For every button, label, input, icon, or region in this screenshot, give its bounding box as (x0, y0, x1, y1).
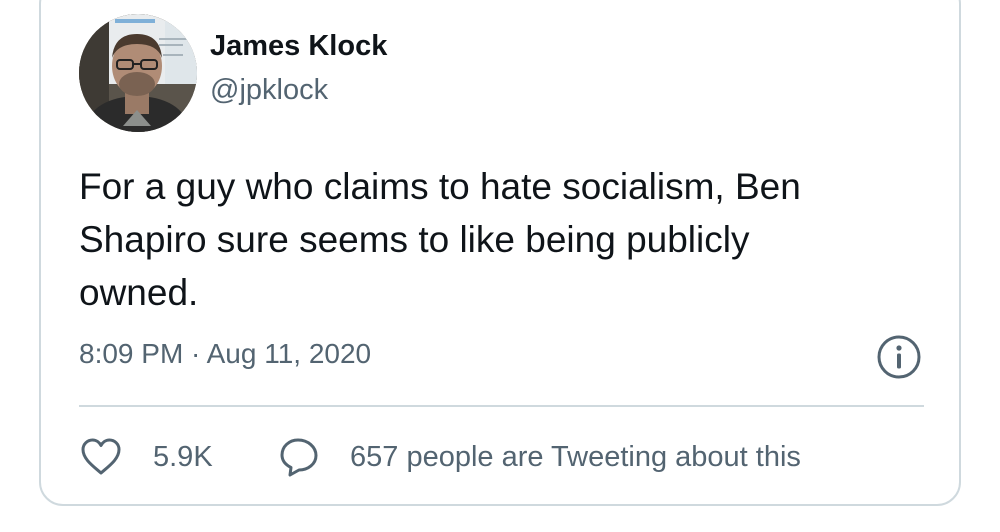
tweet-text-line: Shapiro sure seems to like being publicl… (79, 219, 750, 260)
like-button[interactable]: 5.9K (79, 432, 213, 482)
avatar[interactable] (79, 14, 197, 132)
avatar-photo (79, 14, 197, 132)
tweet-timestamp[interactable]: 8:09 PM · Aug 11, 2020 (79, 338, 371, 370)
tweeting-about-button[interactable]: 657 people are Tweeting about this (278, 432, 801, 482)
author-handle[interactable]: @jpklock (210, 74, 328, 107)
heart-icon (81, 438, 121, 475)
info-circle-icon[interactable] (876, 334, 922, 380)
tweet-text-line: For a guy who claims to hate socialism, … (79, 166, 801, 207)
divider (79, 405, 924, 407)
tweet-text: For a guy who claims to hate socialism, … (79, 160, 919, 319)
speech-bubble-icon (280, 438, 318, 477)
tweeting-about-label: 657 people are Tweeting about this (350, 440, 801, 473)
author-display-name[interactable]: James Klock (210, 30, 387, 63)
tweet-text-line: owned. (79, 272, 199, 313)
like-count: 5.9K (153, 440, 213, 473)
